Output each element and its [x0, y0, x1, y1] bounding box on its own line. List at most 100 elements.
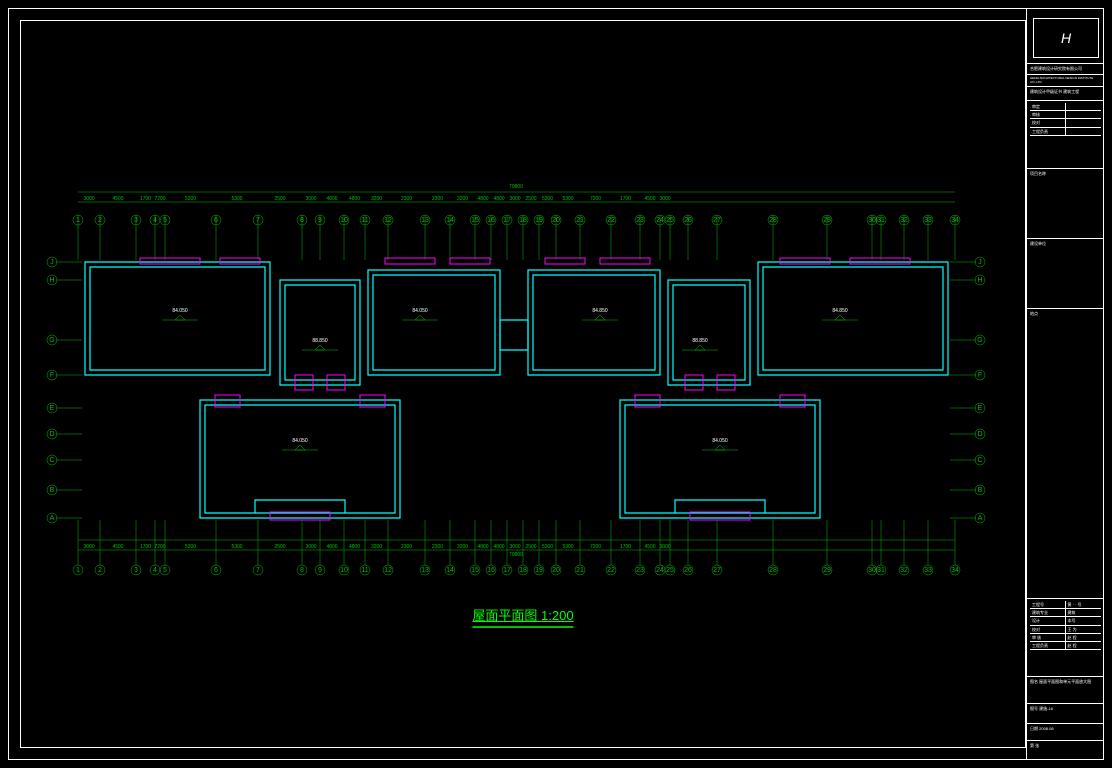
svg-text:3000: 3000	[659, 196, 670, 202]
svg-text:33: 33	[924, 217, 932, 224]
owner-label: 建设单位	[1027, 238, 1104, 248]
svg-text:32: 32	[900, 567, 908, 574]
svg-text:17: 17	[503, 217, 511, 224]
svg-text:6: 6	[214, 567, 218, 574]
svg-text:B: B	[978, 487, 983, 494]
plan-svg: 1234567891011121314151617181920212223242…	[20, 20, 1026, 748]
cert: 建筑设计甲级证书 建筑工程	[1027, 86, 1104, 96]
svg-text:18: 18	[519, 217, 527, 224]
svg-text:31: 31	[877, 567, 885, 574]
svg-text:2500: 2500	[274, 196, 285, 202]
company-cn: 合肥建筑设计研究院有限公司	[1027, 63, 1104, 73]
svg-text:28: 28	[769, 567, 777, 574]
svg-text:3200: 3200	[457, 544, 468, 550]
svg-text:11: 11	[361, 567, 368, 574]
svg-text:15: 15	[471, 567, 479, 574]
svg-text:5300: 5300	[562, 196, 573, 202]
svg-text:33: 33	[924, 567, 932, 574]
svg-text:88.850: 88.850	[312, 338, 328, 344]
svg-text:19: 19	[535, 217, 543, 224]
svg-text:2: 2	[98, 217, 102, 224]
svg-text:3000: 3000	[305, 196, 316, 202]
svg-text:24: 24	[656, 567, 664, 574]
svg-text:84.050: 84.050	[292, 438, 308, 444]
date: 2008.08	[1039, 726, 1053, 731]
svg-text:A: A	[978, 515, 983, 522]
svg-text:J: J	[50, 259, 54, 266]
svg-text:16: 16	[487, 217, 495, 224]
svg-text:24: 24	[656, 217, 664, 224]
svg-text:3: 3	[134, 567, 138, 574]
svg-text:26: 26	[684, 217, 692, 224]
svg-text:3000: 3000	[509, 544, 520, 550]
svg-text:J: J	[978, 259, 982, 266]
svg-text:84.850: 84.850	[592, 308, 608, 314]
sheet: 第 张	[1027, 740, 1104, 750]
svg-text:22: 22	[607, 217, 615, 224]
svg-text:C: C	[49, 457, 54, 464]
svg-text:4800: 4800	[477, 544, 488, 550]
svg-text:8: 8	[300, 567, 304, 574]
drawing-title: 屋面平面图 1:200	[472, 605, 573, 628]
dno: 建施-16	[1039, 706, 1053, 711]
project-label: 项目名称	[1027, 168, 1104, 178]
svg-text:7: 7	[256, 567, 260, 574]
svg-text:5: 5	[163, 567, 167, 574]
svg-text:26: 26	[684, 567, 692, 574]
svg-text:3000: 3000	[509, 196, 520, 202]
svg-text:4500: 4500	[112, 544, 123, 550]
svg-text:25: 25	[666, 567, 674, 574]
svg-text:84.050: 84.050	[712, 438, 728, 444]
svg-text:14: 14	[446, 217, 454, 224]
svg-text:5300: 5300	[231, 544, 242, 550]
svg-text:2500: 2500	[274, 544, 285, 550]
svg-text:1700: 1700	[620, 196, 631, 202]
svg-text:21: 21	[576, 567, 584, 574]
svg-text:2300: 2300	[432, 544, 443, 550]
svg-text:4500: 4500	[644, 544, 655, 550]
svg-text:1700: 1700	[140, 196, 151, 202]
svg-text:84.050: 84.050	[172, 308, 188, 314]
dname: 屋面平面图和单元平面放大图	[1039, 679, 1091, 684]
svg-text:3000: 3000	[83, 196, 94, 202]
svg-text:4800: 4800	[493, 544, 504, 550]
sig-grid: 工程号黄 · · 号 建筑专业建筑 设计本号 校对王 为 审 核赵 程 工程负责…	[1030, 601, 1101, 650]
svg-text:16: 16	[487, 567, 495, 574]
svg-text:11: 11	[361, 217, 368, 224]
svg-text:F: F	[50, 372, 54, 379]
svg-text:23: 23	[636, 567, 644, 574]
svg-text:10: 10	[340, 567, 348, 574]
svg-text:D: D	[49, 431, 54, 438]
svg-text:4800: 4800	[326, 544, 337, 550]
svg-text:88.850: 88.850	[692, 338, 708, 344]
svg-text:7200: 7200	[154, 196, 165, 202]
svg-text:6: 6	[214, 217, 218, 224]
svg-text:9: 9	[318, 567, 322, 574]
company-en: HEFEI ARCHITECTURAL DESIGN INSTITUTE CO.…	[1027, 74, 1104, 87]
svg-text:E: E	[50, 405, 55, 412]
svg-text:2300: 2300	[401, 196, 412, 202]
svg-text:5300: 5300	[185, 196, 196, 202]
dname-label: 图名	[1030, 679, 1038, 684]
svg-text:2500: 2500	[525, 544, 536, 550]
svg-text:13: 13	[421, 567, 429, 574]
svg-text:4800: 4800	[493, 196, 504, 202]
svg-text:13: 13	[421, 217, 429, 224]
svg-text:3000: 3000	[659, 544, 670, 550]
location-label: 地点	[1027, 308, 1104, 318]
svg-text:1: 1	[76, 567, 80, 574]
titleblock: H 合肥建筑设计研究院有限公司 HEFEI ARCHITECTURAL DESI…	[1026, 8, 1104, 760]
svg-text:7: 7	[256, 217, 260, 224]
svg-text:30: 30	[868, 217, 876, 224]
svg-text:2300: 2300	[401, 544, 412, 550]
svg-text:30: 30	[868, 567, 876, 574]
svg-text:4800: 4800	[349, 196, 360, 202]
svg-text:31: 31	[877, 217, 885, 224]
svg-text:1: 1	[76, 217, 80, 224]
svg-text:1700: 1700	[140, 544, 151, 550]
svg-text:4: 4	[153, 217, 157, 224]
svg-text:20: 20	[552, 567, 560, 574]
svg-text:4500: 4500	[112, 196, 123, 202]
svg-text:7200: 7200	[154, 544, 165, 550]
svg-text:29: 29	[823, 217, 831, 224]
